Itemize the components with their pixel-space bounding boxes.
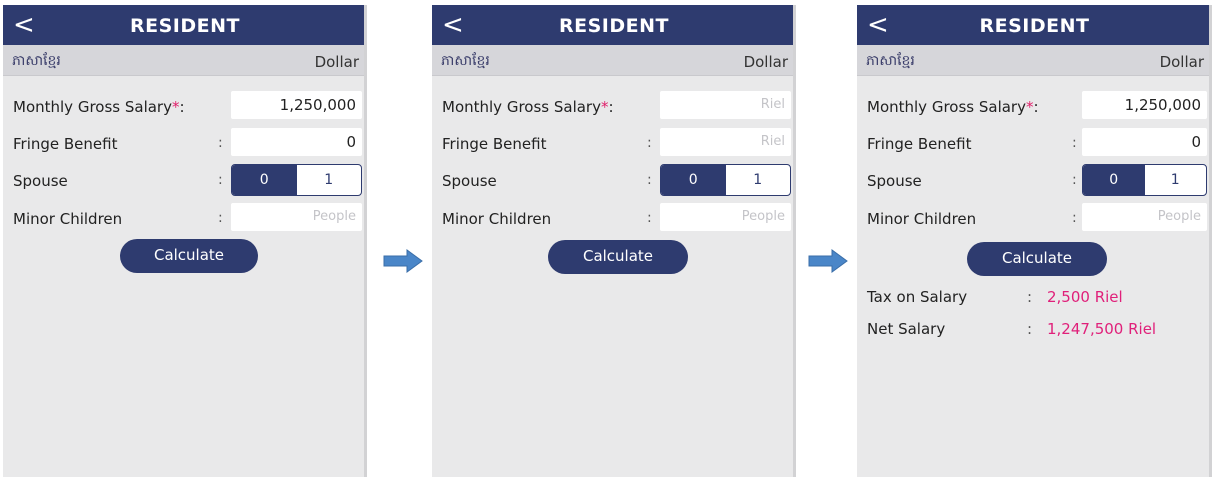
minor-children-input[interactable]: People (231, 203, 362, 231)
minor-children-row: Minor Children : People (3, 201, 367, 235)
colon: : (1027, 320, 1033, 338)
colon: : (1027, 288, 1033, 306)
fringe-benefit-input[interactable]: 0 (231, 128, 362, 156)
minor-children-input[interactable]: People (1082, 203, 1207, 231)
language-bar: ភាសាខ្មែរ Dollar (857, 45, 1212, 76)
phone-screen-2: < RESIDENT ភាសាខ្មែរ Dollar Monthly Gros… (432, 5, 796, 477)
net-salary-value: 1,247,500 Riel (1047, 320, 1157, 338)
calculate-button[interactable]: Calculate (967, 242, 1107, 276)
monthly-salary-input[interactable]: 1,250,000 (1082, 91, 1207, 119)
dollar-currency-link[interactable]: Dollar (315, 53, 359, 71)
spouse-row: Spouse : 0 1 (857, 163, 1212, 197)
dollar-currency-link[interactable]: Dollar (1160, 53, 1204, 71)
dollar-currency-link[interactable]: Dollar (744, 53, 788, 71)
spouse-label: Spouse (867, 172, 922, 190)
minor-children-label: Minor Children (867, 210, 977, 228)
calculate-button[interactable]: Calculate (548, 240, 688, 274)
spouse-option-1[interactable]: 1 (726, 165, 791, 195)
spouse-option-1[interactable]: 1 (297, 165, 362, 195)
calculate-button[interactable]: Calculate (120, 239, 258, 273)
fringe-benefit-input[interactable]: 0 (1082, 128, 1207, 156)
colon: : (218, 210, 223, 226)
minor-children-input[interactable]: People (660, 203, 791, 231)
spouse-label: Spouse (442, 172, 497, 190)
minor-children-row: Minor Children : People (857, 201, 1212, 235)
khmer-language-link[interactable]: ភាសាខ្មែរ (866, 51, 915, 72)
colon: : (179, 98, 185, 116)
monthly-salary-label: Monthly Gross Salary (13, 98, 172, 116)
khmer-language-link[interactable]: ភាសាខ្មែរ (12, 51, 61, 72)
net-salary-row: Net Salary : 1,247,500 Riel (867, 320, 1197, 346)
spouse-option-0[interactable]: 0 (232, 165, 297, 195)
page-title: RESIDENT (559, 15, 669, 37)
monthly-salary-label: Monthly Gross Salary (867, 98, 1026, 116)
colon: : (1033, 98, 1039, 116)
page-title: RESIDENT (979, 15, 1090, 37)
spouse-option-0[interactable]: 0 (661, 165, 726, 195)
colon: : (1072, 210, 1077, 226)
phone-screen-1: < RESIDENT ភាសាខ្មែរ Dollar Monthly Gros… (3, 5, 367, 477)
monthly-salary-label: Monthly Gross Salary (442, 98, 601, 116)
fringe-benefit-label: Fringe Benefit (13, 135, 118, 153)
monthly-salary-row: Monthly Gross Salary*: Riel (432, 89, 796, 123)
fringe-benefit-input[interactable]: Riel (660, 128, 791, 156)
nav-bar: < RESIDENT (432, 5, 796, 45)
language-bar: ភាសាខ្មែរ Dollar (3, 45, 367, 76)
colon: : (218, 172, 223, 188)
colon: : (608, 98, 614, 116)
fringe-benefit-label: Fringe Benefit (867, 135, 972, 153)
arrow-right-icon (808, 249, 848, 273)
colon: : (647, 172, 652, 188)
spouse-option-1[interactable]: 1 (1145, 165, 1207, 195)
spouse-toggle: 0 1 (231, 164, 362, 196)
tax-on-salary-label: Tax on Salary (867, 288, 968, 306)
spouse-row: Spouse : 0 1 (432, 163, 796, 197)
colon: : (1072, 135, 1077, 151)
minor-children-label: Minor Children (13, 210, 123, 228)
monthly-salary-input[interactable]: Riel (660, 91, 791, 119)
colon: : (647, 135, 652, 151)
colon: : (647, 210, 652, 226)
arrow-right-icon (383, 249, 423, 273)
phone-screen-3: < RESIDENT ភាសាខ្មែរ Dollar Monthly Gros… (857, 5, 1212, 477)
monthly-salary-input[interactable]: 1,250,000 (231, 91, 362, 119)
spouse-toggle: 0 1 (660, 164, 791, 196)
page-title: RESIDENT (130, 15, 240, 37)
net-salary-label: Net Salary (867, 320, 946, 338)
nav-bar: < RESIDENT (857, 5, 1212, 45)
khmer-language-link[interactable]: ភាសាខ្មែរ (441, 51, 490, 72)
monthly-salary-row: Monthly Gross Salary*: 1,250,000 (3, 89, 367, 123)
minor-children-label: Minor Children (442, 210, 552, 228)
spouse-toggle: 0 1 (1082, 164, 1207, 196)
spouse-option-0[interactable]: 0 (1083, 165, 1145, 195)
spouse-row: Spouse : 0 1 (3, 163, 367, 197)
spouse-label: Spouse (13, 172, 68, 190)
fringe-benefit-row: Fringe Benefit : 0 (857, 126, 1212, 160)
colon: : (218, 135, 223, 151)
minor-children-row: Minor Children : People (432, 201, 796, 235)
tax-on-salary-value: 2,500 Riel (1047, 288, 1123, 306)
tax-on-salary-row: Tax on Salary : 2,500 Riel (867, 288, 1197, 314)
colon: : (1072, 172, 1077, 188)
monthly-salary-row: Monthly Gross Salary*: 1,250,000 (857, 89, 1212, 123)
fringe-benefit-label: Fringe Benefit (442, 135, 547, 153)
nav-bar: < RESIDENT (3, 5, 367, 45)
language-bar: ភាសាខ្មែរ Dollar (432, 45, 796, 76)
fringe-benefit-row: Fringe Benefit : 0 (3, 126, 367, 160)
fringe-benefit-row: Fringe Benefit : Riel (432, 126, 796, 160)
